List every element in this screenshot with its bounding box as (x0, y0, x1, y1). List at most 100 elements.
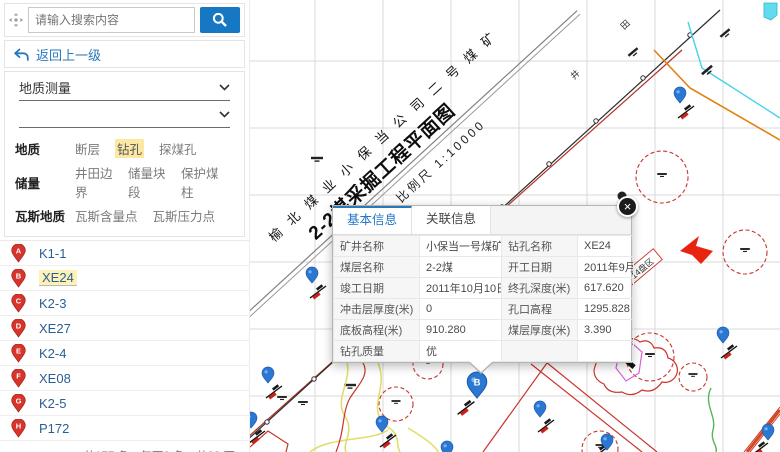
cyan-pipeline (688, 22, 780, 118)
field-value: 910.280 (420, 320, 502, 341)
result-row-xe08[interactable]: F XE08 (0, 366, 249, 391)
field-value: 优 (420, 341, 502, 362)
map-pin-icon: C (11, 294, 26, 313)
map-pin-icon: G (11, 394, 26, 413)
field-label: 底板高程(米) (334, 320, 420, 341)
layer-select-value: 地质测量 (19, 78, 71, 97)
table-row: 钻孔质量 优 (334, 341, 634, 362)
map-pin-icon: B (11, 269, 26, 288)
svg-text:井: 井 (568, 67, 582, 81)
field-value: 617.620 (578, 278, 634, 299)
field-value: 2-2煤 (420, 257, 502, 278)
result-label: XE08 (39, 371, 71, 386)
result-row-k2-5[interactable]: G K2-5 (0, 391, 249, 416)
filter-item-gas-pressure-point[interactable]: 瓦斯压力点 (153, 206, 216, 225)
filter-group-gas-geology: 瓦斯地质 瓦斯含量点 瓦斯压力点 (15, 206, 234, 225)
svg-text:田: 田 (619, 18, 632, 31)
filter-item-coal-exploration-hole[interactable]: 探煤孔 (159, 139, 197, 158)
field-value: 3.390 (578, 320, 634, 341)
search-icon (212, 12, 228, 28)
result-row-p172[interactable]: H P172 (0, 416, 249, 441)
filter-group-reserves: 储量 井田边界 储量块段 保护煤柱 (15, 163, 234, 201)
chevron-down-icon (219, 111, 230, 118)
result-row-xe27[interactable]: D XE27 (0, 316, 249, 341)
svg-text:B: B (16, 271, 22, 280)
layer-controls: 地质测量 地质 断层 钻孔 探煤孔 储量 井田边界 储量块段 保护煤柱 (4, 71, 245, 237)
result-label-selected: XE24 (39, 270, 77, 286)
field-value: XE24 (578, 236, 634, 257)
result-label: P172 (39, 421, 69, 436)
filter-group-label: 地质 (15, 139, 75, 158)
svg-text:G: G (16, 396, 22, 405)
close-button[interactable]: × (617, 196, 638, 217)
popup-callout-arrow (468, 362, 494, 374)
filter-group-label: 瓦斯地质 (15, 206, 75, 225)
table-row: 冲击层厚度(米) 0 孔口高程 1295.828 (334, 299, 634, 320)
drillhole-info-table: 矿井名称 小保当一号煤矿 钻孔名称 XE24 煤层名称 2-2煤 开工日期 20… (333, 235, 634, 362)
yellow-roads (310, 358, 438, 452)
svg-text:F: F (16, 371, 21, 380)
filter-item-drillhole[interactable]: 钻孔 (115, 139, 144, 158)
field-label: 孔口高程 (502, 299, 578, 320)
result-row-xe24[interactable]: B XE24 (0, 266, 249, 291)
filter-item-gas-content-point[interactable]: 瓦斯含量点 (75, 206, 138, 225)
filter-item-protective-pillar[interactable]: 保护煤柱 (181, 163, 219, 201)
map-pin-icon: D (11, 319, 26, 338)
table-row: 竣工日期 2011年10月10日 终孔深度(米) 617.620 (334, 278, 634, 299)
map-pin-icon: A (11, 244, 26, 263)
field-value: 1295.828 (578, 299, 634, 320)
field-value (578, 341, 634, 362)
sublayer-select[interactable] (19, 101, 230, 128)
back-arrow-icon (14, 48, 29, 61)
field-value: 小保当一号煤矿 (420, 236, 502, 257)
svg-text:C: C (16, 296, 22, 305)
field-label (502, 341, 578, 362)
filter-groups: 地质 断层 钻孔 探煤孔 储量 井田边界 储量块段 保护煤柱 瓦斯地质 瓦斯含量… (15, 128, 234, 232)
field-label: 煤层名称 (334, 257, 420, 278)
search-input[interactable] (28, 7, 195, 33)
layer-select[interactable]: 地质测量 (19, 74, 230, 101)
chevron-down-icon (219, 84, 230, 91)
svg-text:D: D (16, 321, 22, 330)
result-row-k1-1[interactable]: A K1-1 (0, 241, 249, 266)
boundary-labels: 井 田 (568, 18, 632, 81)
tab-related-info[interactable]: 关联信息 (412, 206, 491, 234)
svg-text:H: H (16, 421, 21, 430)
field-label: 竣工日期 (334, 278, 420, 299)
field-value: 0 (420, 299, 502, 320)
back-label: 返回上一级 (36, 45, 101, 64)
filter-item-field-boundary[interactable]: 井田边界 (75, 163, 113, 201)
result-label: K2-3 (39, 296, 66, 311)
green-stream (708, 388, 716, 452)
table-row: 矿井名称 小保当一号煤矿 钻孔名称 XE24 (334, 236, 634, 257)
map-pin-icon: E (11, 344, 26, 363)
result-label: K2-4 (39, 346, 66, 361)
result-count: 共177 条，每页8 条，共23 页 (0, 441, 249, 452)
back-link[interactable]: 返回上一级 (5, 41, 244, 67)
map-pin-icon: H (11, 419, 26, 438)
result-label: K2-5 (39, 396, 66, 411)
selected-marker[interactable]: B (458, 372, 487, 416)
orange-boundary-line (654, 50, 780, 140)
map-pin-icon: F (11, 369, 26, 388)
info-popup: × 基本信息 关联信息 矿井名称 小保当一号煤矿 钻孔名称 XE24 煤层名称 … (332, 205, 632, 363)
field-label: 煤层厚度(米) (502, 320, 578, 341)
result-row-k2-3[interactable]: C K2-3 (0, 291, 249, 316)
field-value: 2011年9月24日 (578, 257, 634, 278)
field-label: 冲击层厚度(米) (334, 299, 420, 320)
result-label: K1-1 (39, 246, 66, 261)
tab-basic-info[interactable]: 基本信息 (333, 206, 412, 234)
filter-item-reserve-block[interactable]: 储量块段 (128, 163, 166, 201)
cyan-area (764, 3, 777, 20)
result-row-k2-4[interactable]: E K2-4 (0, 341, 249, 366)
field-value: 2011年10月10日 (420, 278, 502, 299)
red-arrow-marker (680, 236, 713, 264)
field-label: 钻孔质量 (334, 341, 420, 362)
search-button[interactable] (200, 7, 240, 33)
svg-text:A: A (16, 246, 22, 255)
field-label: 终孔深度(米) (502, 278, 578, 299)
filter-group-label: 储量 (15, 173, 75, 192)
filter-item-fault[interactable]: 断层 (75, 139, 100, 158)
svg-text:E: E (16, 346, 21, 355)
table-row: 底板高程(米) 910.280 煤层厚度(米) 3.390 (334, 320, 634, 341)
